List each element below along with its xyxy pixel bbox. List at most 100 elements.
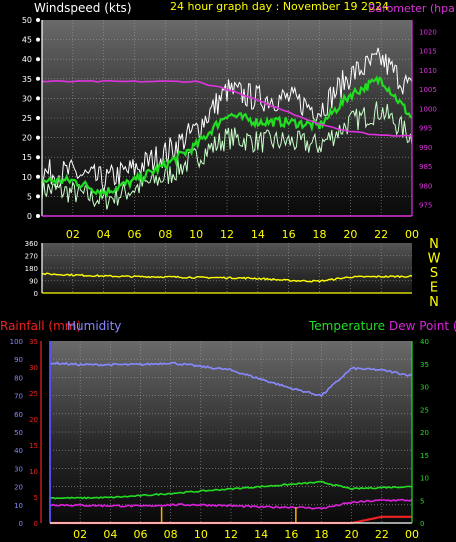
y2-tick-label: 1015 (419, 48, 437, 56)
compass-label: S (430, 266, 438, 281)
y-tick-dot (36, 135, 40, 140)
y-tick-dot (36, 18, 40, 22)
x-tick-label-lower: 14 (254, 528, 268, 541)
x-tick-label: 12 (220, 228, 234, 241)
y-tick-dot (36, 116, 40, 120)
rainfall-tick-label: 0 (34, 520, 38, 528)
y2-tick-label: 995 (419, 125, 432, 133)
direction-tick-label: 180 (25, 265, 38, 273)
y2-tick-label: 1010 (419, 67, 437, 75)
humidity-tick-label: 80 (14, 374, 23, 382)
temperature-tick-label: 30 (420, 384, 429, 392)
x-tick-label-lower: 16 (284, 528, 298, 541)
x-tick-label-lower: 10 (194, 528, 208, 541)
x-tick-label: 08 (158, 228, 172, 241)
y-tick-dot (36, 37, 40, 42)
humidity-tick-label: 60 (14, 411, 23, 419)
y-tick-label: 0 (27, 212, 32, 221)
x-tick-label: 20 (343, 228, 357, 241)
dewpoint-axis-label: Dew Point (c) (389, 319, 456, 333)
x-tick-label: 10 (189, 228, 203, 241)
windspeed-axis-label: Windspeed (kts) (34, 1, 132, 15)
chart-title: 24 hour graph day : November 19 2024 (170, 0, 389, 13)
compass-label: N (429, 295, 439, 310)
humidity-tick-label: 30 (14, 465, 23, 473)
x-tick-label-lower: 20 (345, 528, 359, 541)
x-tick-label-lower: 22 (375, 528, 389, 541)
humidity-tick-label: 10 (14, 502, 23, 510)
temperature-tick-label: 40 (420, 338, 429, 346)
x-tick-label: 16 (282, 228, 296, 241)
x-tick-label: 02 (66, 228, 80, 241)
rainfall-tick-label: 30 (29, 364, 38, 372)
rainfall-tick-label: 10 (29, 468, 38, 476)
x-tick-label-lower: 00 (405, 528, 419, 541)
rainfall-tick-label: 25 (29, 390, 38, 398)
y-tick-dot (36, 96, 40, 101)
temperature-tick-label: 20 (420, 429, 429, 437)
humidity-tick-label: 90 (14, 356, 23, 364)
y-tick-dot (36, 194, 40, 199)
y-tick-dot (36, 57, 40, 62)
x-tick-label-lower: 12 (224, 528, 238, 541)
x-tick-label: 04 (97, 228, 111, 241)
temperature-axis-label: Temperature (308, 319, 385, 333)
humidity-tick-label: 70 (14, 393, 23, 401)
y-tick-label: 5 (27, 192, 32, 201)
x-tick-label: 18 (313, 228, 327, 241)
y2-tick-label: 975 (419, 201, 432, 209)
x-tick-label: 00 (405, 228, 419, 241)
y2-tick-label: 1020 (419, 29, 437, 37)
y2-tick-label: 990 (419, 144, 432, 152)
temperature-tick-label: 0 (420, 520, 424, 528)
y-tick-dot (36, 155, 40, 160)
direction-tick-label: 360 (25, 240, 38, 248)
direction-tick-label: 0 (34, 290, 38, 298)
y-tick-dot (36, 76, 40, 81)
compass-label: E (430, 281, 438, 296)
weather-charts: 0510152025303540455097598098599099510001… (0, 0, 456, 541)
y-tick-label: 45 (22, 36, 32, 45)
compass-label: W (428, 252, 441, 267)
y2-tick-label: 980 (419, 182, 432, 190)
humidity-tick-label: 20 (14, 484, 23, 492)
temperature-tick-label: 25 (420, 406, 429, 414)
temperature-tick-label: 35 (420, 361, 429, 369)
x-tick-label-lower: 08 (164, 528, 178, 541)
x-tick-label-lower: 04 (103, 528, 117, 541)
y-tick-label: 35 (22, 75, 32, 84)
y-tick-label: 20 (22, 134, 32, 143)
humidity-tick-label: 100 (10, 338, 23, 346)
barometer-axis-label: Barometer (hpa) (368, 2, 456, 15)
y-tick-label: 10 (22, 173, 32, 182)
y-tick-label: 40 (22, 55, 32, 64)
humidity-axis-label: Humidity (67, 319, 121, 333)
temperature-tick-label: 5 (420, 497, 424, 505)
x-tick-label-lower: 18 (315, 528, 329, 541)
direction-tick-label: 90 (29, 278, 38, 286)
temperature-tick-label: 15 (420, 452, 429, 460)
compass-label: N (429, 237, 439, 252)
rainfall-tick-label: 20 (29, 416, 38, 424)
rainfall-tick-label: 5 (34, 494, 38, 502)
y-tick-label: 50 (22, 16, 32, 25)
rainfall-tick-label: 35 (29, 338, 38, 346)
y2-tick-label: 1000 (419, 105, 437, 113)
x-tick-label-lower: 02 (73, 528, 87, 541)
temperature-tick-label: 10 (420, 475, 429, 483)
humidity-tick-label: 0 (19, 520, 23, 528)
y-tick-label: 30 (22, 94, 32, 103)
x-tick-label-lower: 06 (134, 528, 148, 541)
x-tick-label: 22 (374, 228, 388, 241)
y-tick-dot (36, 174, 40, 179)
humidity-tick-label: 40 (14, 447, 23, 455)
humidity-tick-label: 50 (14, 429, 23, 437)
y-tick-label: 25 (22, 114, 32, 123)
y2-tick-label: 985 (419, 163, 432, 171)
y2-tick-label: 1005 (419, 86, 437, 94)
rainfall-tick-label: 15 (29, 442, 38, 450)
x-tick-label: 06 (128, 228, 142, 241)
x-tick-label: 14 (251, 228, 265, 241)
y-tick-label: 15 (22, 153, 32, 162)
y-tick-dot (36, 214, 40, 218)
